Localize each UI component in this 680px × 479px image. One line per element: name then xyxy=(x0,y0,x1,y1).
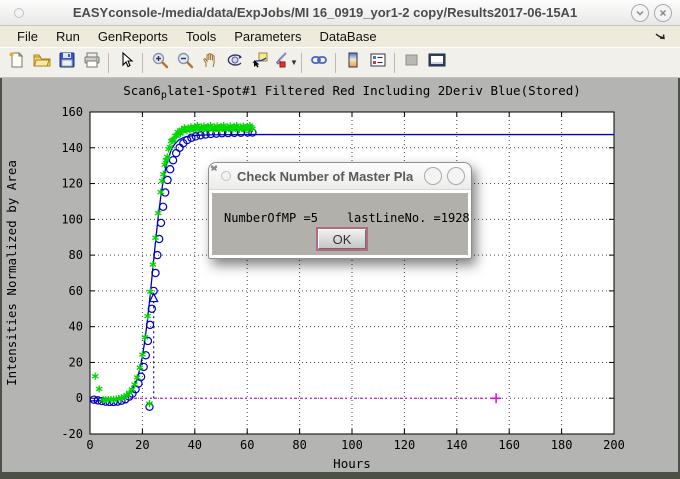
new-figure-button[interactable] xyxy=(4,50,29,75)
edit-pointer-icon xyxy=(117,51,135,74)
rotate-3d-button[interactable] xyxy=(222,50,247,75)
x-tick-label: 60 xyxy=(240,438,254,452)
link-plots-button[interactable] xyxy=(306,50,331,75)
chart-title: Scan6plate1-Spot#1 Filtered Red Includin… xyxy=(123,83,581,101)
open-file-icon xyxy=(33,51,51,74)
lastlineno-value: lastLineNo. =1928 xyxy=(347,211,470,225)
window-titlebar[interactable]: EASYconsole-/media/data/ExpJobs/MI 16_09… xyxy=(0,0,680,26)
brush-dropdown-caret[interactable]: ▼ xyxy=(290,58,298,67)
toolbar-separator xyxy=(335,53,336,73)
app-window: EASYconsole-/media/data/ExpJobs/MI 16_09… xyxy=(0,0,680,479)
zoom-in-button[interactable] xyxy=(147,50,172,75)
menu-genreports[interactable]: GenReports xyxy=(89,27,177,46)
toolbar-separator xyxy=(394,53,395,73)
figure-toolbar: ▼ xyxy=(0,47,680,78)
message-gap xyxy=(318,211,347,225)
menu-parameters[interactable]: Parameters xyxy=(225,27,310,46)
close-button[interactable] xyxy=(654,4,672,22)
zoom-out-icon xyxy=(176,51,194,74)
dialog-menu-icon[interactable] xyxy=(221,171,231,181)
data-cursor-button[interactable] xyxy=(247,50,272,75)
insert-colorbar-button[interactable] xyxy=(340,50,365,75)
x-tick-label: 200 xyxy=(603,438,625,452)
dialog-body: NumberOfMP =5 lastLineNo. =1928 OK xyxy=(212,193,468,255)
brush-data-icon xyxy=(271,51,289,74)
print-icon xyxy=(83,51,101,74)
y-tick-label: 140 xyxy=(61,141,83,155)
open-file-button[interactable] xyxy=(29,50,54,75)
pan-hand-icon xyxy=(201,51,219,74)
dialog-title: Check Number of Master Pla xyxy=(237,169,419,184)
dialog-close-button[interactable] xyxy=(447,167,465,185)
menu-database[interactable]: DataBase xyxy=(310,27,385,46)
x-tick-label: 160 xyxy=(498,438,520,452)
x-axis-label: Hours xyxy=(333,456,371,471)
minimize-button[interactable] xyxy=(631,4,649,22)
y-tick-label: 20 xyxy=(69,355,83,369)
window-resize-edge[interactable] xyxy=(0,472,680,479)
x-tick-label: 80 xyxy=(292,438,306,452)
toolbar-separator xyxy=(301,53,302,73)
y-axis-label: Intensities Normalized by Area xyxy=(4,160,19,386)
chevron-down-icon xyxy=(635,8,645,18)
new-figure-icon xyxy=(8,51,26,74)
dialog-minimize-button[interactable] xyxy=(424,167,442,185)
hide-plot-tools-icon xyxy=(403,51,421,74)
x-tick-label: 100 xyxy=(341,438,363,452)
dock-figure-button[interactable] xyxy=(424,50,449,75)
colorbar-icon xyxy=(344,51,362,74)
y-tick-label: -20 xyxy=(61,427,83,441)
window-menu-icon[interactable] xyxy=(14,8,24,18)
zoom-out-button[interactable] xyxy=(172,50,197,75)
figure-area: 020406080100120140160180200-200204060801… xyxy=(0,78,680,472)
insert-legend-button[interactable] xyxy=(365,50,390,75)
x-tick-label: 0 xyxy=(86,438,93,452)
link-plots-icon xyxy=(310,51,328,74)
edit-plot-button[interactable] xyxy=(113,50,138,75)
data-cursor-icon xyxy=(251,51,269,74)
y-tick-label: 100 xyxy=(61,212,83,226)
hide-plot-tools-button xyxy=(399,50,424,75)
y-tick-label: 120 xyxy=(61,177,83,191)
toolbar-separator xyxy=(142,53,143,73)
arrow-down-right-icon[interactable] xyxy=(649,29,672,44)
x-tick-label: 20 xyxy=(135,438,149,452)
dialog-message: NumberOfMP =5 lastLineNo. =1928 xyxy=(224,211,470,225)
check-master-plates-dialog: Check Number of Master Pla NumberOfMP =5… xyxy=(208,162,472,259)
ok-button-label: OK xyxy=(318,229,366,249)
zoom-in-icon xyxy=(151,51,169,74)
save-icon xyxy=(58,51,76,74)
dock-figure-icon xyxy=(427,51,447,74)
menu-tools[interactable]: Tools xyxy=(177,27,225,46)
save-button[interactable] xyxy=(54,50,79,75)
pan-button[interactable] xyxy=(197,50,222,75)
ok-button[interactable]: OK xyxy=(316,227,368,251)
y-tick-label: 80 xyxy=(69,248,83,262)
close-icon xyxy=(658,8,668,18)
legend-icon xyxy=(369,51,387,74)
y-tick-label: 0 xyxy=(76,391,83,405)
x-tick-label: 120 xyxy=(394,438,416,452)
toolbar-separator xyxy=(108,53,109,73)
y-tick-label: 40 xyxy=(69,320,83,334)
y-tick-label: 160 xyxy=(61,105,83,119)
menu-file[interactable]: File xyxy=(8,27,47,46)
rotate-3d-icon xyxy=(226,51,244,74)
window-title: EASYconsole-/media/data/ExpJobs/MI 16_09… xyxy=(24,5,626,20)
dialog-titlebar[interactable]: Check Number of Master Pla xyxy=(209,163,471,190)
x-tick-label: 180 xyxy=(551,438,573,452)
print-button[interactable] xyxy=(79,50,104,75)
x-tick-label: 140 xyxy=(446,438,468,452)
x-tick-label: 40 xyxy=(188,438,202,452)
menubar: File Run GenReports Tools Parameters Dat… xyxy=(0,26,680,47)
y-tick-label: 60 xyxy=(69,284,83,298)
plot-canvas[interactable]: 020406080100120140160180200-200204060801… xyxy=(2,78,678,472)
numberofmp-value: NumberOfMP =5 xyxy=(224,211,318,225)
menu-run[interactable]: Run xyxy=(47,27,89,46)
brush-data-button[interactable]: ▼ xyxy=(272,50,297,75)
